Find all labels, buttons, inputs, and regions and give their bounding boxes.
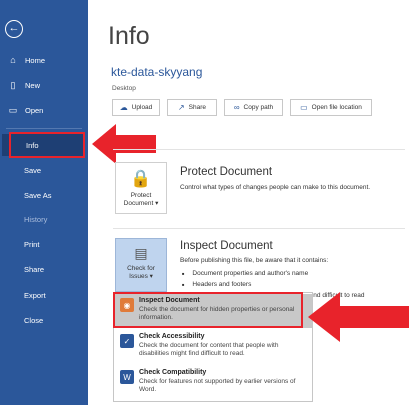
- inspect-bullet-list: Document properties and author's name He…: [182, 268, 308, 290]
- share-icon: ↗: [177, 103, 185, 112]
- open-file-location-button[interactable]: ▭ Open file location: [290, 99, 372, 116]
- upload-icon: ☁: [119, 103, 128, 112]
- sidebar-item-label: Save As: [24, 190, 52, 200]
- sidebar-item-export[interactable]: Export: [0, 284, 88, 306]
- inspect-icon: ▤: [134, 245, 148, 261]
- sidebar-item-new[interactable]: ▯ New: [0, 74, 88, 96]
- button-label: Share: [188, 104, 207, 111]
- menu-item-title: Check Accessibility: [139, 333, 205, 340]
- sidebar-item-close[interactable]: Close: [0, 309, 88, 331]
- document-location: Desktop: [112, 85, 136, 92]
- sidebar-item-home[interactable]: ⌂ Home: [0, 49, 88, 71]
- folder-icon: ▭: [8, 104, 18, 115]
- sidebar-item-open[interactable]: ▭ Open: [0, 99, 88, 121]
- sidebar-item-label: Print: [24, 239, 40, 249]
- section-divider: [113, 149, 405, 150]
- sidebar-item-label: Share: [24, 264, 45, 274]
- home-icon: ⌂: [10, 55, 16, 65]
- protect-document-description: Control what types of changes people can…: [180, 184, 371, 191]
- button-label: Upload: [131, 104, 153, 111]
- button-label: Check for: [127, 265, 155, 272]
- sidebar-item-label: Home: [25, 55, 46, 65]
- protect-document-title: Protect Document: [180, 166, 273, 178]
- sidebar-item-label: Export: [24, 290, 46, 300]
- sidebar-item-label: Open: [25, 105, 44, 115]
- button-label: Issues ▾: [129, 273, 153, 280]
- sidebar-item-label: Save: [24, 165, 42, 175]
- menu-item-description: Check for features not supported by earl…: [139, 378, 296, 393]
- sidebar-item-label: Close: [24, 315, 44, 325]
- accessibility-icon: ✓: [120, 334, 134, 348]
- folder-icon: ▭: [300, 103, 308, 112]
- section-divider: [113, 228, 405, 229]
- page-title: Info: [108, 22, 150, 50]
- compatibility-icon: W: [120, 370, 134, 384]
- link-icon: ∞: [233, 103, 240, 112]
- lock-icon: 🔒: [130, 169, 152, 188]
- sidebar-item-save[interactable]: Save: [0, 159, 88, 181]
- sidebar-item-label: History: [24, 214, 48, 224]
- sidebar-item-save-as[interactable]: Save As: [0, 184, 88, 206]
- check-for-issues-button[interactable]: ▤ Check for Issues ▾: [115, 238, 167, 292]
- arrow-left-icon[interactable]: ←: [5, 20, 23, 38]
- list-item: Document properties and author's name: [182, 268, 308, 279]
- button-label: Open file location: [311, 104, 362, 111]
- annotation-highlight-box: [9, 132, 85, 158]
- menu-item-description: Check the document for content that peop…: [139, 342, 279, 357]
- share-button[interactable]: ↗ Share: [167, 99, 217, 116]
- upload-button[interactable]: ☁ Upload: [112, 99, 160, 116]
- button-label: Copy path: [243, 104, 274, 111]
- menu-item-title: Check Compatibility: [139, 369, 207, 376]
- annotation-arrow: [308, 292, 409, 342]
- inspect-document-description: Before publishing this file, be aware th…: [180, 257, 329, 264]
- sidebar-item-share[interactable]: Share: [0, 258, 88, 280]
- backstage-sidebar: ← ⌂ Home ▯ New ▭ Open Info Save Save As …: [0, 0, 88, 405]
- new-doc-icon: ▯: [10, 79, 16, 90]
- inspect-document-title: Inspect Document: [180, 240, 273, 252]
- annotation-highlight-box: [113, 292, 303, 328]
- sidebar-item-label: New: [25, 80, 41, 90]
- copy-path-button[interactable]: ∞ Copy path: [224, 99, 283, 116]
- annotation-arrow: [92, 124, 156, 164]
- sidebar-item-print[interactable]: Print: [0, 233, 88, 255]
- button-label: Document ▾: [123, 200, 159, 207]
- document-name: kte-data-skyyang: [111, 65, 203, 79]
- sidebar-item-history[interactable]: History: [0, 208, 88, 230]
- protect-document-button[interactable]: 🔒 Protect Document ▾: [115, 162, 167, 214]
- list-item: Headers and footers: [182, 279, 308, 290]
- menu-item-check-compatibility[interactable]: W Check Compatibility Check for features…: [114, 366, 312, 400]
- menu-item-check-accessibility[interactable]: ✓ Check Accessibility Check the document…: [114, 330, 312, 364]
- button-label: Protect: [130, 192, 152, 199]
- sidebar-divider: [6, 128, 82, 129]
